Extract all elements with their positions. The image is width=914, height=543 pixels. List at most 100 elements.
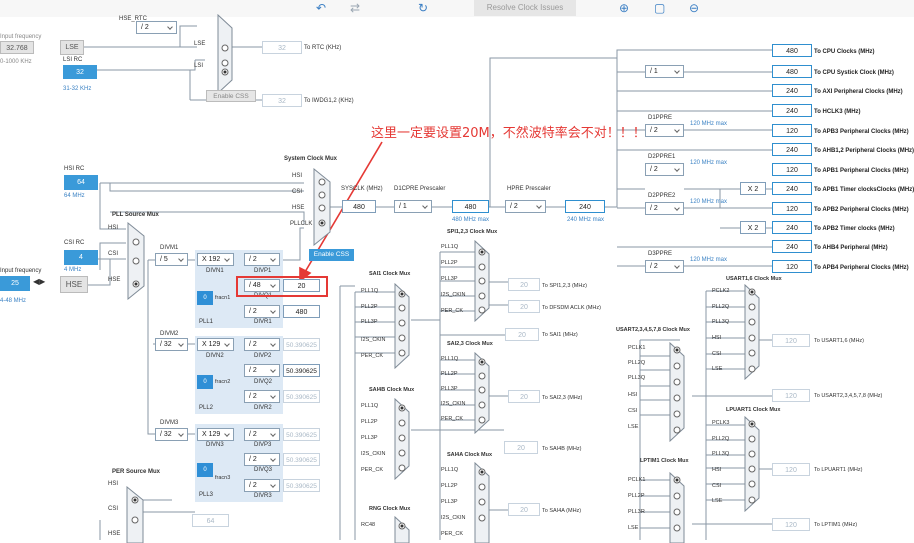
ahb4-value: 240 — [772, 240, 812, 253]
csi-value: 4 — [64, 250, 98, 265]
divq3-dropdown[interactable]: / 2 — [244, 453, 280, 466]
divr2-dropdown[interactable]: / 2 — [244, 390, 280, 403]
pll1-label: PLL1 — [199, 319, 214, 325]
divr1-output: 480 — [283, 305, 320, 318]
hse-range-label: 4-48 MHz — [0, 298, 27, 304]
lpuart-in-3: HSI — [712, 467, 722, 473]
lsi-range-label: 31-32 KHz — [63, 86, 92, 92]
fracn3-value[interactable]: 0 — [197, 463, 213, 477]
lse-frequency-input[interactable]: 32.768 — [0, 41, 34, 54]
sai4a-in-pll1q: PLL1Q — [441, 467, 459, 473]
hse-frequency-input[interactable]: 25 — [0, 276, 30, 291]
system-clock-mux-title: System Clock Mux — [284, 156, 338, 162]
sai23-in-pll1q: PLL1Q — [441, 356, 459, 362]
hpre-prescaler-dropdown[interactable]: / 2 — [505, 200, 546, 213]
sai23-output: 20 — [508, 390, 540, 403]
sai4a-mux-title: SAI4A Clock Mux — [447, 452, 493, 458]
sai4b-output-label: To SAI4B (MHz) — [542, 446, 582, 452]
zoom-out-icon[interactable]: ⊖ — [689, 1, 699, 15]
usart16-output-label: To USART1,6 (MHz) — [814, 338, 865, 344]
d1ppre-dropdown[interactable]: / 2 — [645, 124, 684, 137]
pll-mux-csi-label: CSI — [108, 251, 119, 257]
apb1-timer-label: To APB1 Timer clocksClocks (MHz) — [814, 187, 914, 193]
sai4a-output: 20 — [508, 503, 540, 516]
usart16-in-3: HSI — [712, 335, 722, 341]
systick-value: 480 — [772, 65, 812, 78]
d1ppre-max-label: 120 MHz max — [690, 121, 728, 127]
lpuart-in-0: PCLK3 — [712, 420, 730, 426]
lptim-mux-title: LPTIM1 Clock Mux — [640, 458, 689, 464]
annotation-highlight-box — [236, 276, 328, 297]
rtc-enable-css-button[interactable]: Enable CSS — [206, 90, 256, 102]
sai23-in-pll2p: PLL2P — [441, 371, 458, 377]
lptim-in-2: PLL3R — [628, 509, 645, 515]
pll-mux-hsi-label: HSI — [108, 225, 119, 231]
sysmux-hse-label: HSE — [292, 205, 305, 211]
divm2-dropdown[interactable]: / 32 — [155, 338, 188, 351]
divq3-label: DIVQ3 — [254, 467, 273, 473]
sysmux-pllclk-label: PLLCLK — [290, 221, 313, 227]
redo-icon[interactable]: ⇄ — [350, 1, 360, 15]
divn2-dropdown[interactable]: X 129 — [197, 338, 234, 351]
sai4b-in-pll1q: PLL1Q — [361, 403, 379, 409]
divr3-dropdown[interactable]: / 2 — [244, 479, 280, 492]
divq2-dropdown[interactable]: / 2 — [244, 364, 280, 377]
systick-divider-dropdown[interactable]: / 1 — [645, 65, 684, 78]
hse-input-frequency-label: Input frequency — [0, 268, 42, 274]
divn3-dropdown[interactable]: X 129 — [197, 428, 234, 441]
d2ppre1-dropdown[interactable]: / 2 — [645, 163, 684, 176]
fracn2-value[interactable]: 0 — [197, 375, 213, 389]
spi-in-pll3p: PLL3P — [441, 276, 458, 282]
dfsdm-output: 20 — [508, 300, 540, 313]
lsi-rc-label: LSI RC — [63, 57, 83, 63]
fit-icon[interactable]: ▢ — [654, 1, 665, 15]
apb3-label: To APB3 Peripheral Clocks (MHz) — [814, 129, 909, 135]
axi-label: To AXI Peripheral Clocks (MHz) — [814, 89, 903, 95]
cpu-clock-value: 480 — [772, 44, 812, 57]
apb1-value: 120 — [772, 163, 812, 176]
sysclk-value: 480 — [342, 200, 376, 213]
iwdg-label: To IWDG1,2 (KHz) — [304, 98, 354, 104]
divp2-dropdown[interactable]: / 2 — [244, 338, 280, 351]
hsi-value: 64 — [64, 175, 98, 190]
divp3-label: DIVP3 — [254, 442, 272, 448]
d2ppre2-dropdown[interactable]: / 2 — [645, 202, 684, 215]
sai4a-in-pll3p: PLL3P — [441, 499, 458, 505]
divm1-dropdown[interactable]: / 5 — [155, 253, 188, 266]
sai1-output-label: To SAI1 (MHz) — [542, 332, 578, 338]
sai4b-in-pll2p: PLL2P — [361, 419, 378, 425]
fracn1-value[interactable]: 0 — [197, 291, 213, 305]
divn1-dropdown[interactable]: X 192 — [197, 253, 234, 266]
d1cpre-prescaler-dropdown[interactable]: / 1 — [394, 200, 432, 213]
divp3-dropdown[interactable]: / 2 — [244, 428, 280, 441]
divm3-dropdown[interactable]: / 32 — [155, 428, 188, 441]
per-csi-label: CSI — [108, 506, 119, 512]
undo-icon[interactable]: ↶ — [316, 1, 326, 15]
rtc-hse-divider[interactable]: / 2 — [136, 21, 177, 34]
per-hsi-label: HSI — [108, 481, 119, 487]
lptim-clock-mux — [669, 472, 685, 543]
sysmux-enable-css-button[interactable]: Enable CSS — [309, 249, 354, 261]
divn3-label: DIVN3 — [206, 442, 224, 448]
sai23-clock-mux — [474, 352, 490, 434]
refresh-icon[interactable]: ↻ — [418, 1, 428, 15]
divr1-dropdown[interactable]: / 2 — [244, 305, 280, 318]
lptim-in-1: PLL2P — [628, 493, 645, 499]
divr3-output: 50.390625 — [283, 479, 320, 492]
zoom-in-icon[interactable]: ⊕ — [619, 1, 629, 15]
d3ppre-dropdown[interactable]: / 2 — [645, 260, 684, 273]
per-hse-label: HSE — [108, 531, 121, 537]
divr1-label: DIVR1 — [254, 319, 272, 325]
divn1-label: DIVN1 — [206, 268, 224, 274]
sai4b-clock-mux — [394, 398, 410, 480]
divr2-output: 50.390625 — [283, 390, 320, 403]
sysclk-label: SYSCLK (MHz) — [341, 186, 383, 192]
hse-block: HSE — [60, 276, 88, 293]
resolve-clock-issues-button[interactable]: Resolve Clock Issues — [474, 0, 576, 16]
lse-block: LSE — [60, 40, 84, 55]
sai1-output: 20 — [505, 328, 539, 341]
apb1-timer-multiplier: X 2 — [740, 182, 766, 195]
sai1-in-pll2p: PLL2P — [361, 304, 378, 310]
divp1-dropdown[interactable]: / 2 — [244, 253, 280, 266]
usart16-in-1: PLL2Q — [712, 304, 730, 310]
